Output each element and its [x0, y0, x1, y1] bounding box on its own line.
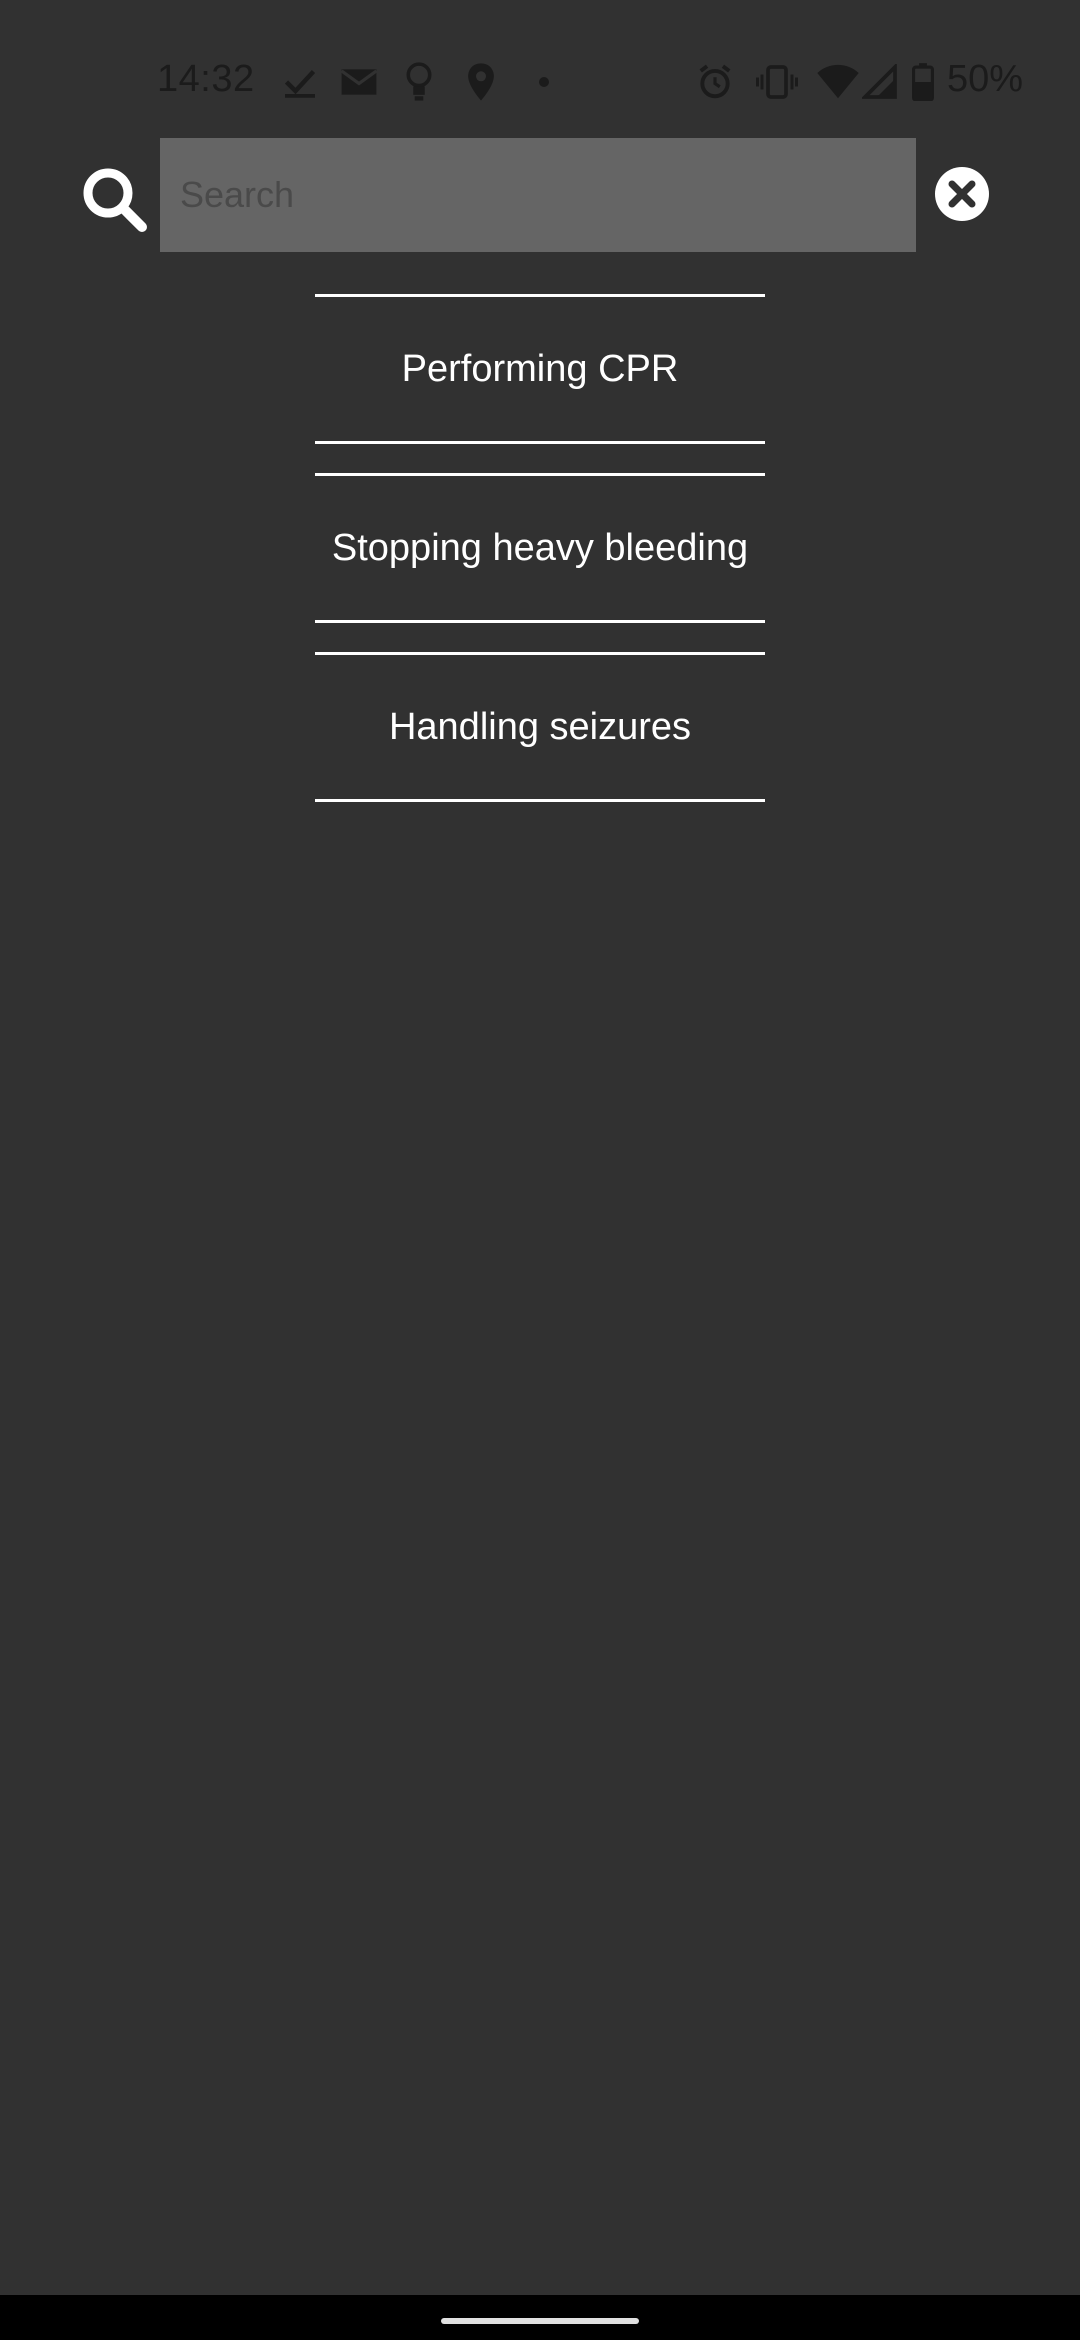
location-icon [466, 62, 496, 102]
alarm-icon [696, 62, 734, 102]
results-list: Performing CPR Stopping heavy bleeding H… [315, 294, 765, 831]
search-bar [0, 138, 1080, 252]
close-icon[interactable] [934, 166, 990, 222]
search-input[interactable] [160, 138, 916, 252]
list-item[interactable]: Performing CPR [315, 294, 765, 444]
list-item[interactable]: Stopping heavy bleeding [315, 473, 765, 623]
battery-icon [912, 62, 934, 102]
mail-icon [340, 62, 378, 102]
navigation-bar [0, 2295, 1080, 2340]
signal-icon [862, 62, 898, 102]
status-time: 14:32 [157, 58, 255, 100]
list-item[interactable]: Handling seizures [315, 652, 765, 802]
search-icon[interactable] [80, 165, 150, 235]
check-icon [282, 62, 318, 102]
wifi-icon [816, 62, 860, 102]
battery-percent: 50% [947, 58, 1024, 100]
home-indicator[interactable] [441, 2318, 639, 2324]
status-bar: 14:32 50% [0, 0, 1080, 120]
lightbulb-icon [404, 62, 434, 102]
dot-icon [538, 62, 550, 102]
vibrate-icon [756, 62, 798, 102]
screen: 14:32 50% Search Performing CPR Stopping… [0, 0, 1080, 2340]
